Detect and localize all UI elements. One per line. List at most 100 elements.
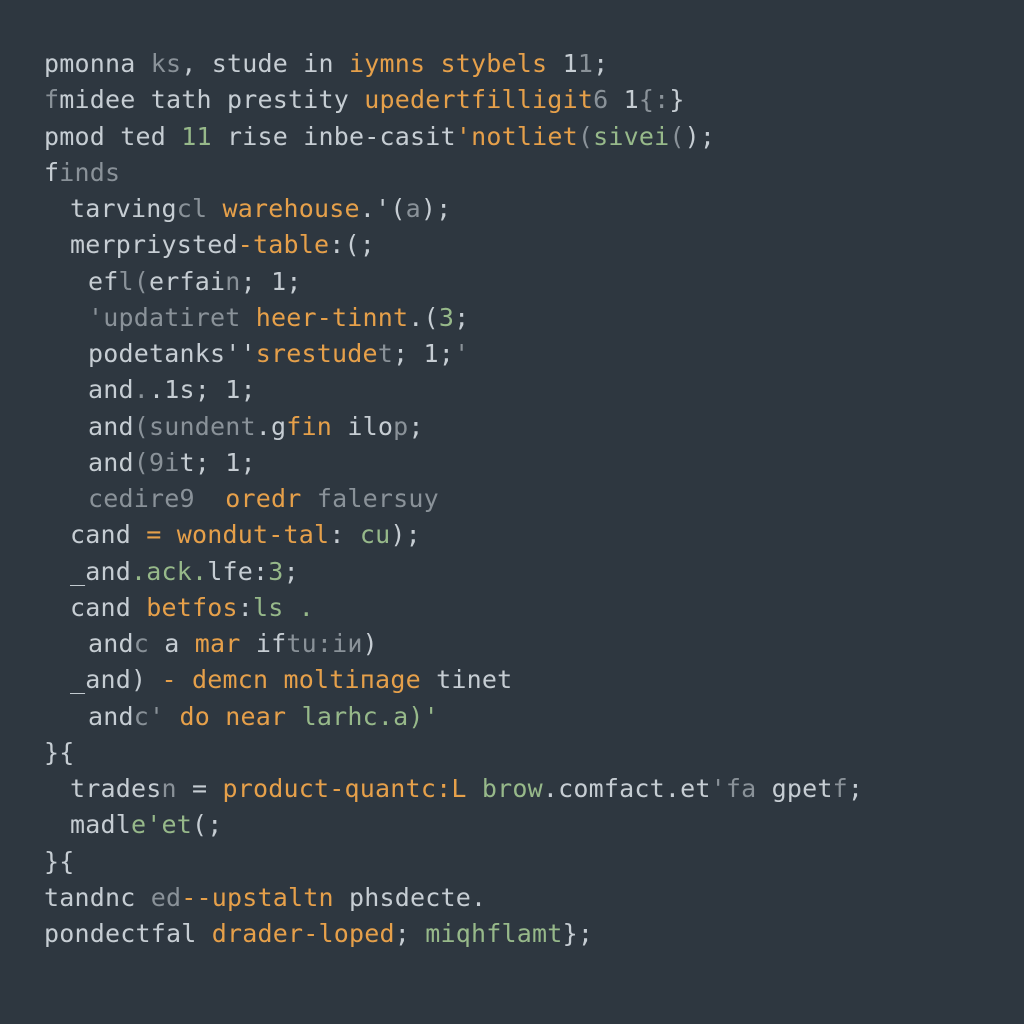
code-token: c xyxy=(134,629,149,658)
code-token: demcn moltiпage xyxy=(192,665,421,694)
code-token: }{ xyxy=(44,847,75,876)
code-token: brow xyxy=(482,774,543,803)
code-token: miqhflamt xyxy=(425,919,562,948)
code-line[interactable]: and..1s; 1; xyxy=(44,372,1024,408)
code-line[interactable]: cand betfos:ls . xyxy=(44,590,1024,626)
code-token: iymns stybels xyxy=(349,49,547,78)
code-token: and xyxy=(88,629,134,658)
code-token: _and xyxy=(70,557,131,586)
code-line[interactable]: pondectfal drader-loped; miqhflamt}; xyxy=(44,916,1024,952)
code-token: n xyxy=(225,267,240,296)
code-token: madl xyxy=(70,810,131,839)
code-token: midee tath prestity xyxy=(59,85,364,114)
code-token: ks xyxy=(151,49,182,78)
code-token: cand xyxy=(70,593,146,622)
code-token: 'updatiret xyxy=(88,303,241,332)
code-token: 3 xyxy=(268,557,283,586)
code-token: = xyxy=(146,520,161,549)
code-token: podetanks'' xyxy=(88,339,256,368)
code-token: (sundent xyxy=(134,412,256,441)
code-token: n xyxy=(162,774,177,803)
code-token: 'fa xyxy=(711,774,757,803)
code-token: cu xyxy=(360,520,391,549)
code-token: -table xyxy=(238,230,330,259)
code-token: :(; xyxy=(329,230,375,259)
code-line[interactable]: and(9it; 1; xyxy=(44,445,1024,481)
code-line[interactable]: 'updatiret heer-tinnt.(3; xyxy=(44,300,1024,336)
code-token: ed xyxy=(151,883,182,912)
code-line[interactable]: fmidee tath prestity upedertfilligit6 1{… xyxy=(44,82,1024,118)
code-token: pondectfal xyxy=(44,919,212,948)
code-token: cl xyxy=(177,194,208,223)
code-line[interactable]: andc' do near larhc.a)' xyxy=(44,699,1024,735)
code-token: t xyxy=(378,339,393,368)
code-token xyxy=(467,774,482,803)
code-token: .ack. xyxy=(131,557,207,586)
code-line[interactable]: tradesn = product-quantc:L brow.comfact.… xyxy=(44,771,1024,807)
code-line[interactable]: pmonna ks, stude in iymns stybels 11; xyxy=(44,46,1024,82)
code-token: ; xyxy=(454,303,469,332)
code-token: {: xyxy=(639,85,670,114)
code-line[interactable]: cedire9 oredr falersuy xyxy=(44,481,1024,517)
code-token: .comfact.et xyxy=(543,774,711,803)
code-line[interactable]: }{ xyxy=(44,735,1024,771)
code-token: heer-tinnt xyxy=(256,303,409,332)
code-token xyxy=(241,303,256,332)
code-token: ; xyxy=(848,774,863,803)
code-token: }{ xyxy=(44,738,75,767)
code-token: ilo xyxy=(332,412,393,441)
code-token: 'notliet xyxy=(456,122,578,151)
code-token: ( xyxy=(669,122,684,151)
code-line[interactable]: andc a mar iftu:iи) xyxy=(44,626,1024,662)
code-token: 3 xyxy=(439,303,454,332)
code-token: upedertfilligit xyxy=(364,85,593,114)
code-line[interactable]: madle'et(; xyxy=(44,807,1024,843)
code-token: mar xyxy=(195,629,241,658)
code-line[interactable]: pmod ted 11 rise inbe-casit'notliet(sive… xyxy=(44,119,1024,155)
code-token xyxy=(195,484,226,513)
code-token: drader-loped xyxy=(212,919,395,948)
code-token: wondut-tal xyxy=(177,520,330,549)
code-token: f xyxy=(44,158,59,187)
code-line[interactable]: _and) - demcn moltiпage tinet xyxy=(44,662,1024,698)
code-line[interactable]: finds xyxy=(44,155,1024,191)
code-line[interactable]: podetanks''srestudet; 1;' xyxy=(44,336,1024,372)
code-token: ; xyxy=(395,919,426,948)
code-line[interactable]: and(sundent.gfin ilop; xyxy=(44,409,1024,445)
code-editor[interactable]: pmonna ks, stude in iymns stybels 11;fmi… xyxy=(0,0,1024,952)
code-token: tandnc xyxy=(44,883,151,912)
code-line[interactable]: tandnc ed--upstaltn phsdecte. xyxy=(44,880,1024,916)
code-token: c' xyxy=(134,702,165,731)
code-token: a xyxy=(149,629,195,658)
code-token: cedire9 xyxy=(88,484,195,513)
code-token xyxy=(286,702,301,731)
code-token: . xyxy=(134,375,149,404)
code-token: }; xyxy=(563,919,594,948)
code-line[interactable]: }{ xyxy=(44,844,1024,880)
code-token: } xyxy=(669,85,684,114)
code-line[interactable]: merpriysted-table:(; xyxy=(44,227,1024,263)
code-token: , stude in xyxy=(181,49,349,78)
code-token: _and) xyxy=(70,665,162,694)
code-token: and xyxy=(88,448,134,477)
code-token: 1 xyxy=(578,49,593,78)
code-token: ; xyxy=(593,49,608,78)
code-token: e'et xyxy=(131,810,192,839)
code-token: gpet xyxy=(756,774,832,803)
code-token xyxy=(207,194,222,223)
code-token: larhc.a)' xyxy=(302,702,439,731)
code-token: phsdecte. xyxy=(334,883,487,912)
code-token: l( xyxy=(119,267,150,296)
code-line[interactable]: cand = wondut-tal: cu); xyxy=(44,517,1024,553)
code-line[interactable]: _and.ack.lfe:3; xyxy=(44,554,1024,590)
code-token: ls . xyxy=(253,593,314,622)
code-token xyxy=(164,702,179,731)
code-token: --upstaltn xyxy=(181,883,334,912)
code-token: srestude xyxy=(256,339,378,368)
code-line[interactable]: efl(erfain; 1; xyxy=(44,264,1024,300)
code-token: .g xyxy=(256,412,287,441)
code-token: ; 1; xyxy=(241,267,302,296)
code-token: trades xyxy=(70,774,162,803)
code-line[interactable]: tarvingcl warehouse.'(a); xyxy=(44,191,1024,227)
code-token: if xyxy=(241,629,287,658)
